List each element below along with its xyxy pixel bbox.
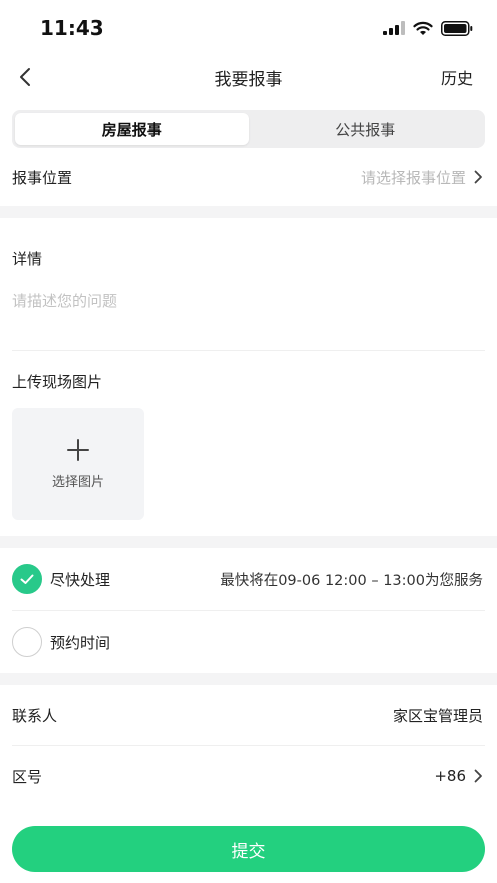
submit-bar: 提交 <box>0 812 497 883</box>
back-button[interactable] <box>18 67 32 87</box>
plus-icon <box>67 438 89 461</box>
radio-checked-icon[interactable] <box>12 564 42 594</box>
option-fast-row[interactable]: 尽快处理 最快将在09-06 12:00 – 13:00为您服务 <box>0 548 497 610</box>
section-gap <box>0 536 497 548</box>
location-label: 报事位置 <box>12 168 73 187</box>
check-icon <box>20 574 34 584</box>
upload-label: 上传现场图片 <box>12 373 103 391</box>
details-label: 详情 <box>12 250 43 268</box>
section-gap <box>0 206 497 218</box>
option-schedule-left: 预约时间 <box>12 627 110 657</box>
history-button[interactable]: 历史 <box>441 65 473 89</box>
details-input[interactable]: 请描述您的问题 <box>0 290 497 350</box>
signal-icon <box>383 21 405 35</box>
chevron-right-icon <box>474 769 482 783</box>
details-title-wrap <box>0 218 497 248</box>
radio-unchecked-icon[interactable] <box>12 627 42 657</box>
upload-button-label: 选择图片 <box>51 474 104 490</box>
area-code-value: +86 <box>434 767 466 785</box>
location-placeholder: 请选择报事位置 <box>360 168 466 187</box>
tab-house-report[interactable]: 房屋报事 <box>15 113 249 145</box>
option-fast-detail: 最快将在09-06 12:00 – 13:00为您服务 <box>220 572 483 589</box>
battery-icon <box>441 20 473 36</box>
chevron-right-icon <box>474 170 482 184</box>
page-title: 我要报事 <box>214 69 283 90</box>
status-time: 11:43 <box>40 16 104 40</box>
option-schedule-label: 预约时间 <box>50 633 111 652</box>
submit-button[interactable]: 提交 <box>12 826 485 872</box>
location-row[interactable]: 报事位置 请选择报事位置 <box>0 148 497 206</box>
option-fast-label: 尽快处理 <box>50 570 111 589</box>
wifi-icon <box>413 21 433 35</box>
contact-row[interactable]: 联系人 家区宝管理员 <box>0 685 497 745</box>
back-arrow-icon <box>20 68 30 86</box>
status-bar: 11:43 <box>0 0 497 56</box>
tab-public-report[interactable]: 公共报事 <box>249 113 483 145</box>
tab-bar-wrapper: 房屋报事 公共报事 <box>0 98 497 148</box>
area-code-label: 区号 <box>12 767 43 786</box>
nav-bar: 我要报事 历史 <box>0 56 497 98</box>
status-icons <box>383 20 473 36</box>
area-code-selector[interactable]: +86 <box>434 767 483 785</box>
area-code-row[interactable]: 区号 +86 <box>0 746 497 806</box>
option-schedule-row[interactable]: 预约时间 <box>0 611 497 673</box>
upload-image-button[interactable]: 选择图片 <box>12 408 144 520</box>
option-fast-left: 尽快处理 <box>12 564 110 594</box>
contact-value: 家区宝管理员 <box>392 706 483 725</box>
location-selector[interactable]: 请选择报事位置 <box>361 167 483 188</box>
contact-label: 联系人 <box>12 706 58 725</box>
section-gap <box>0 673 497 685</box>
tab-bar: 房屋报事 公共报事 <box>12 110 485 148</box>
